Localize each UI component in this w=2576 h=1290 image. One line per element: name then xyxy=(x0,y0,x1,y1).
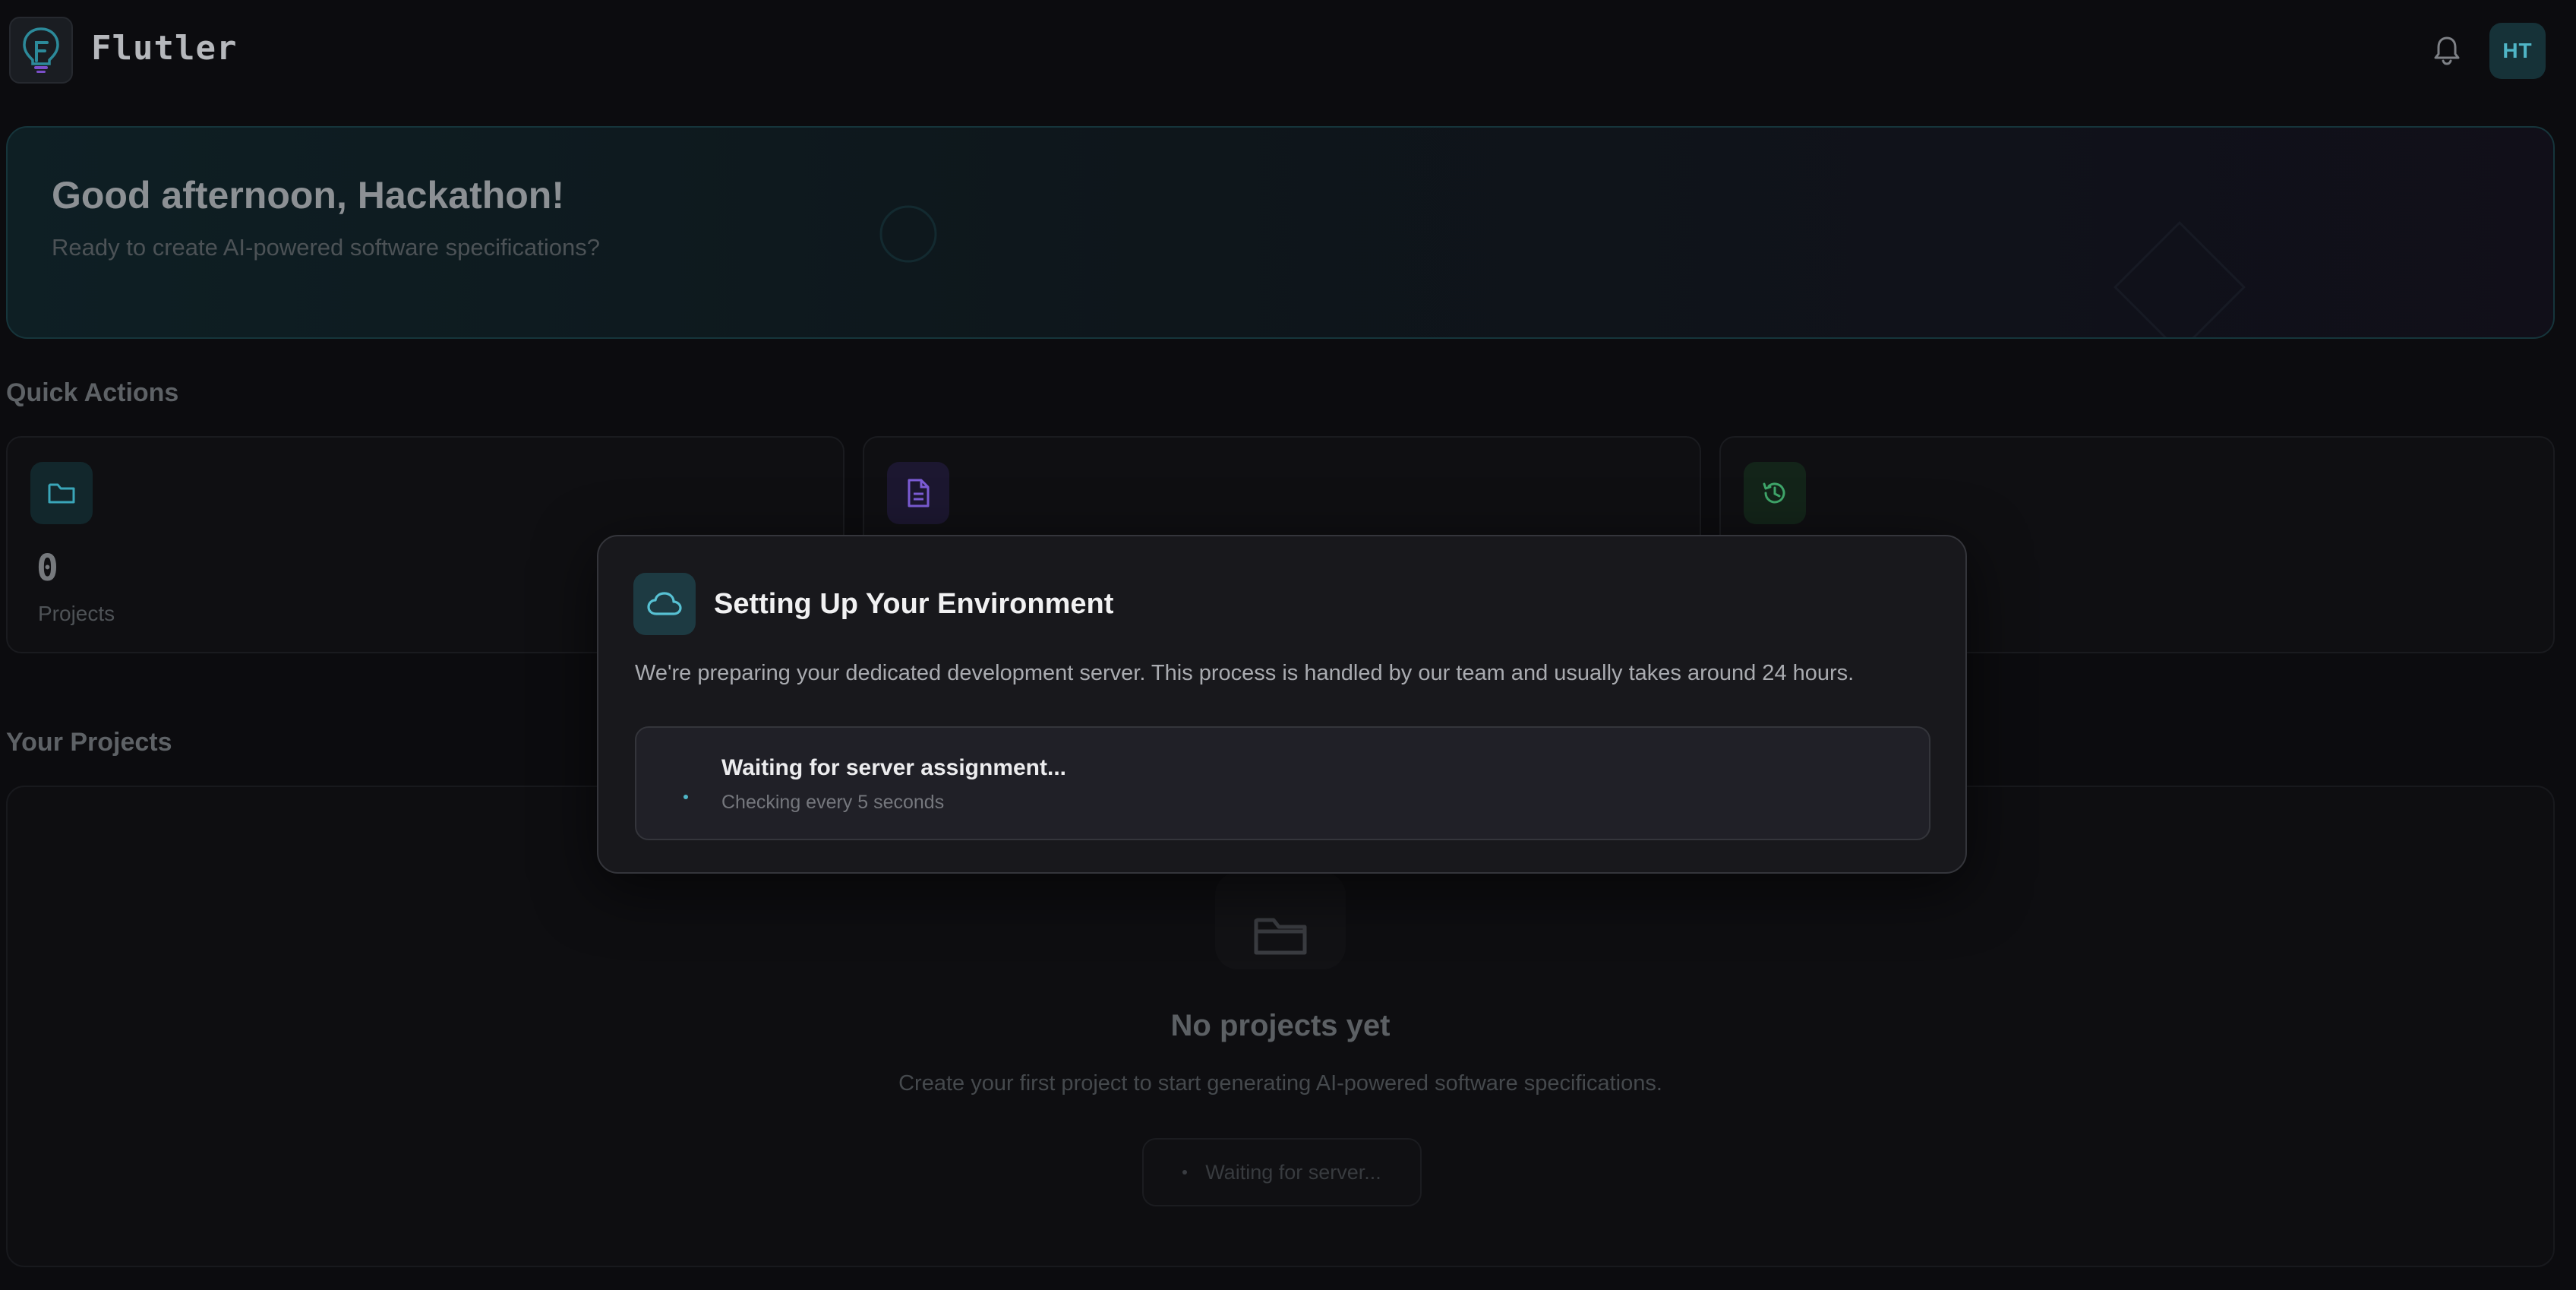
waiting-button-label: Waiting for server... xyxy=(1205,1160,1381,1184)
spinner-icon xyxy=(1182,1170,1188,1175)
modal-title: Setting Up Your Environment xyxy=(714,588,1114,620)
bulb-logo-icon[interactable] xyxy=(9,17,73,84)
projects-label: Projects xyxy=(38,602,115,625)
projects-count: 0 xyxy=(36,547,58,590)
status-subtitle: Checking every 5 seconds xyxy=(721,792,945,813)
cloud-icon xyxy=(633,573,696,635)
top-bar: Flutler HT xyxy=(0,0,2576,100)
greeting-title: Good afternoon, Hackathon! xyxy=(52,174,564,217)
document-icon xyxy=(887,462,949,524)
greeting-subtitle: Ready to create AI-powered software spec… xyxy=(52,234,600,261)
server-status-box: Waiting for server assignment... Checkin… xyxy=(635,726,1930,840)
app-page: Flutler HT Good afternoon, Hackathon! Re… xyxy=(0,0,2576,1290)
empty-state-title: No projects yet xyxy=(1170,1009,1391,1042)
spinner-icon xyxy=(683,795,688,799)
empty-state-description: Create your first project to start gener… xyxy=(898,1071,1662,1096)
waiting-for-server-button[interactable]: Waiting for server... xyxy=(1142,1138,1422,1206)
folder-icon xyxy=(30,462,93,524)
user-avatar[interactable]: HT xyxy=(2489,23,2546,79)
app-name: Flutler xyxy=(91,29,238,68)
bell-icon[interactable] xyxy=(2429,32,2465,68)
greeting-banner: Good afternoon, Hackathon! Ready to crea… xyxy=(6,126,2555,339)
setup-environment-modal: Setting Up Your Environment We're prepar… xyxy=(597,535,1967,874)
banner-decoration xyxy=(879,205,2246,337)
history-icon xyxy=(1744,462,1806,524)
quick-actions-title: Quick Actions xyxy=(6,378,179,407)
status-title: Waiting for server assignment... xyxy=(721,755,1066,780)
your-projects-title: Your Projects xyxy=(6,728,172,757)
modal-description: We're preparing your dedicated developme… xyxy=(635,661,1855,685)
folder-icon xyxy=(1215,872,1346,969)
